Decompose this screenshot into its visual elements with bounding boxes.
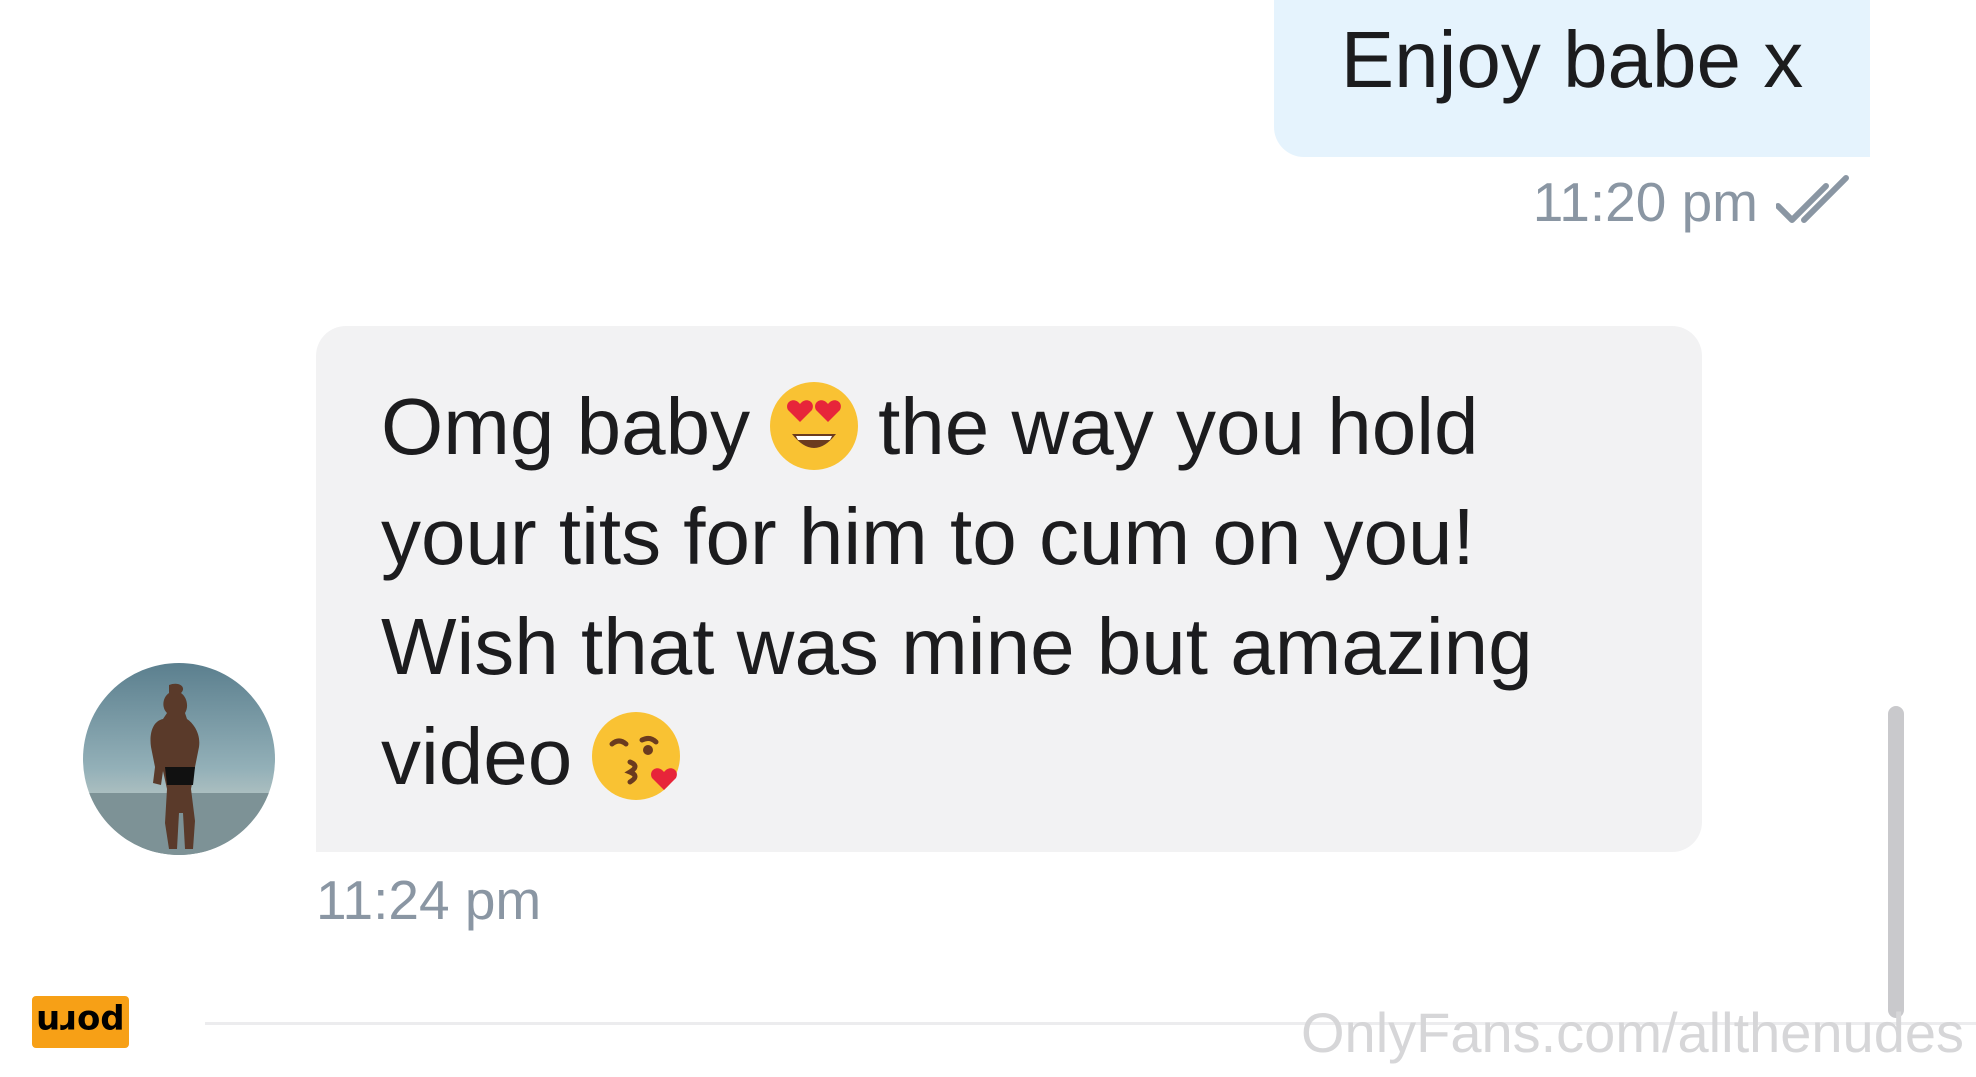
received-message-line: Wish that was mine but amazing bbox=[381, 602, 1533, 691]
sent-message-bubble[interactable]: Enjoy babe x bbox=[1274, 0, 1870, 157]
site-logo-text: porn bbox=[36, 1002, 125, 1042]
watermark-text: OnlyFans.com/allthenudes bbox=[1300, 1001, 1964, 1064]
received-message-line: your tits for him to cum on you! bbox=[381, 492, 1475, 581]
user-avatar-icon bbox=[83, 663, 275, 855]
kissing-heart-emoji-icon bbox=[586, 706, 686, 806]
sent-message-text: Enjoy babe x bbox=[1340, 15, 1804, 104]
sent-message-time: 11:20 pm bbox=[1532, 171, 1758, 233]
received-message-text: Omg baby the way you hold your tits for … bbox=[381, 372, 1642, 812]
received-message-line: Omg baby the way you hold bbox=[381, 372, 1642, 482]
received-message-line: video bbox=[381, 702, 1642, 812]
received-message-fragment: Omg baby bbox=[381, 382, 751, 471]
received-message-meta: 11:24 pm bbox=[316, 868, 541, 932]
received-message-bubble[interactable]: Omg baby the way you hold your tits for … bbox=[316, 326, 1702, 852]
chat-scrollbar[interactable] bbox=[1888, 706, 1904, 1018]
heart-eyes-emoji-icon bbox=[764, 376, 864, 476]
received-message-fragment: the way you hold bbox=[878, 382, 1479, 471]
sender-avatar[interactable] bbox=[83, 663, 275, 855]
received-message-fragment: video bbox=[381, 712, 573, 801]
site-logo-badge: porn bbox=[32, 996, 129, 1048]
received-message-time: 11:24 pm bbox=[316, 869, 542, 931]
sent-message-meta: 11:20 pm bbox=[1533, 170, 1872, 234]
double-check-icon bbox=[1776, 175, 1849, 223]
